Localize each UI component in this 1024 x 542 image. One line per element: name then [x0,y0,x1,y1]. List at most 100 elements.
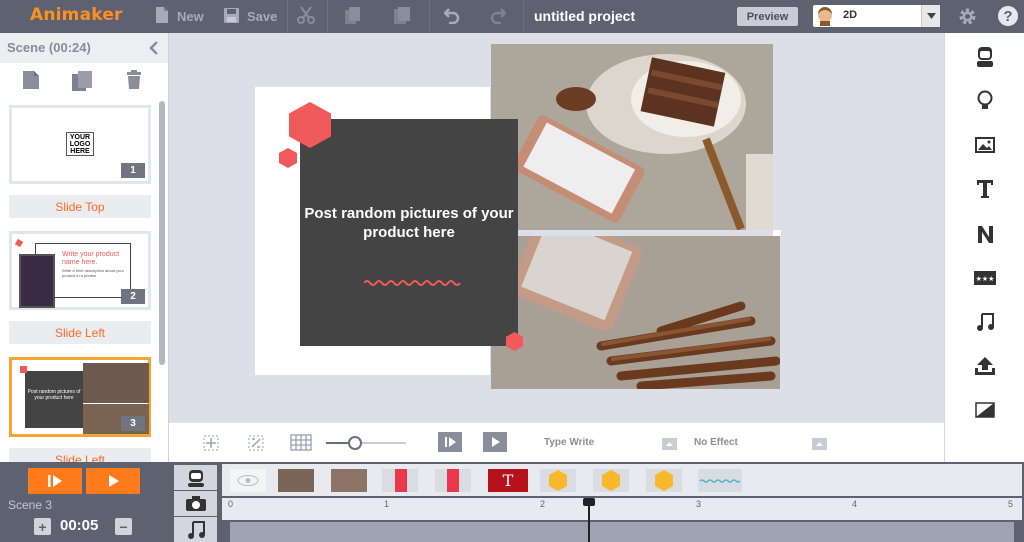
chevron-left-icon[interactable] [149,40,159,61]
preview-button[interactable]: Preview [737,7,798,26]
wave-item[interactable] [698,469,742,492]
timeline-character-tab[interactable] [174,465,217,490]
slide-thumbnail-2[interactable]: Write your product name here. Write a br… [9,231,151,310]
undo-button[interactable] [443,0,460,33]
play-from-start-icon[interactable] [438,432,462,457]
rating-bar-icon[interactable]: ★★★ [973,266,997,290]
help-icon[interactable]: ? [997,5,1019,32]
effect-arrow-icon[interactable] [812,437,827,455]
photo-item[interactable] [331,469,367,492]
text-icon[interactable] [973,177,997,201]
scene-duration: 00:05 [60,517,99,534]
character-avatar-icon [816,6,834,26]
new-label: New [177,9,204,24]
wavy-underline [363,274,464,292]
music-icon[interactable] [973,310,997,334]
canvas-toolbar: Type Write No Effect [169,422,944,462]
slide-number: 3 [121,416,145,431]
mode-select[interactable]: 2D [813,5,940,27]
move-icon[interactable] [202,434,220,457]
gear-icon[interactable] [957,6,978,32]
shape-item[interactable] [382,469,418,492]
new-file-icon [154,6,170,27]
scene-panel: Scene (00:24) YOUR LOGO HERE 1 Slide Top… [0,33,169,462]
hexagon-item[interactable] [646,469,682,492]
add-scene-icon[interactable] [22,70,40,95]
slide-transition-button-3[interactable]: Slide Left [9,448,151,462]
playhead[interactable] [588,498,590,542]
text-item[interactable]: T [488,469,528,492]
slide-headline: Write your product name here. [62,251,120,266]
hexagon-large[interactable] [289,102,331,153]
image-icon[interactable] [973,133,997,157]
photo-phone-cake[interactable] [491,44,773,230]
slide-thumbnail-1[interactable]: YOUR LOGO HERE 1 [9,105,151,184]
toolbar-divider [429,0,430,33]
timeline-ruler[interactable]: 0 1 2 3 4 5 [222,498,1022,520]
hexagon-tiny[interactable] [506,332,523,356]
zoom-slider-handle[interactable] [348,436,362,450]
lightbulb-icon[interactable] [973,89,997,113]
text-card[interactable]: Post random pictures of your product her… [300,119,518,346]
toolbar-divider [327,0,328,33]
cut-button[interactable] [297,0,315,33]
increase-duration-button[interactable]: + [34,518,51,535]
copy-button[interactable] [344,0,362,33]
scene-panel-header: Scene (00:24) [0,33,168,63]
slide-transition-button-1[interactable]: Slide Top [9,195,151,218]
hexagon-item[interactable] [593,469,629,492]
music-icon[interactable] [174,517,217,542]
paste-button[interactable] [393,0,411,33]
hexagon-item[interactable] [540,469,576,492]
upload-icon[interactable] [973,354,997,378]
tick-label: 0 [228,499,234,509]
redo-icon [490,7,507,27]
decrease-duration-button[interactable]: − [115,518,132,535]
play-icon[interactable] [483,432,507,457]
play-scene-from-start-button[interactable] [28,468,82,494]
hexagon-small[interactable] [279,148,297,173]
slide-thumbnail-3[interactable]: Post random pictures of your product her… [9,357,151,437]
timeline-scene-bar[interactable] [230,522,1014,542]
timeline-scene-label: Scene 3 [8,498,53,512]
slide-transition-button-2[interactable]: Slide Left [9,321,151,344]
expand-icon[interactable] [247,434,265,457]
trash-icon[interactable] [126,70,142,95]
effect-arrow-icon[interactable] [662,437,677,455]
zoom-slider-track[interactable] [326,436,406,450]
main-caption[interactable]: Post random pictures of your product her… [300,204,518,242]
duplicate-scene-icon[interactable] [71,70,95,97]
svg-text:?: ? [1003,8,1012,25]
scene-panel-scrollbar[interactable] [159,101,165,365]
project-title[interactable]: untitled project [534,0,635,33]
save-label: Save [247,9,278,24]
character-icon[interactable] [973,45,997,69]
photo-phone-cinnamon[interactable] [491,236,780,389]
slide-number: 2 [121,289,145,304]
photo-item[interactable] [278,469,314,492]
chevron-down-icon [921,5,940,27]
grid-icon[interactable] [290,434,312,456]
slide-caption: Post random pictures of your product her… [27,389,81,401]
eye-item[interactable] [230,469,266,492]
redo-button[interactable] [490,0,507,33]
background-icon[interactable] [973,398,997,422]
camera-icon[interactable] [174,491,217,516]
exit-effect-label[interactable]: No Effect [694,437,738,448]
save-button[interactable]: Save [223,0,277,33]
new-button[interactable]: New [154,0,204,33]
number-icon[interactable] [973,222,997,246]
hexagon-shape [20,366,27,373]
scene-title: Scene (00:24) [7,40,91,55]
slide-number: 1 [121,163,145,178]
asset-panel: ★★★ [944,33,1024,462]
play-scene-button[interactable] [86,468,140,494]
tick-label: 1 [384,499,390,509]
slide-photo-top [83,363,149,403]
enter-effect-label[interactable]: Type Write [544,437,594,448]
toolbar-divider [523,0,524,33]
logo-placeholder: YOUR LOGO HERE [66,132,94,156]
canvas-area: Post random pictures of your product her… [169,33,944,422]
shape-item[interactable] [435,469,471,492]
timeline-panel: Scene 3 + 00:05 − T 0 1 2 3 4 5 [0,462,1024,542]
